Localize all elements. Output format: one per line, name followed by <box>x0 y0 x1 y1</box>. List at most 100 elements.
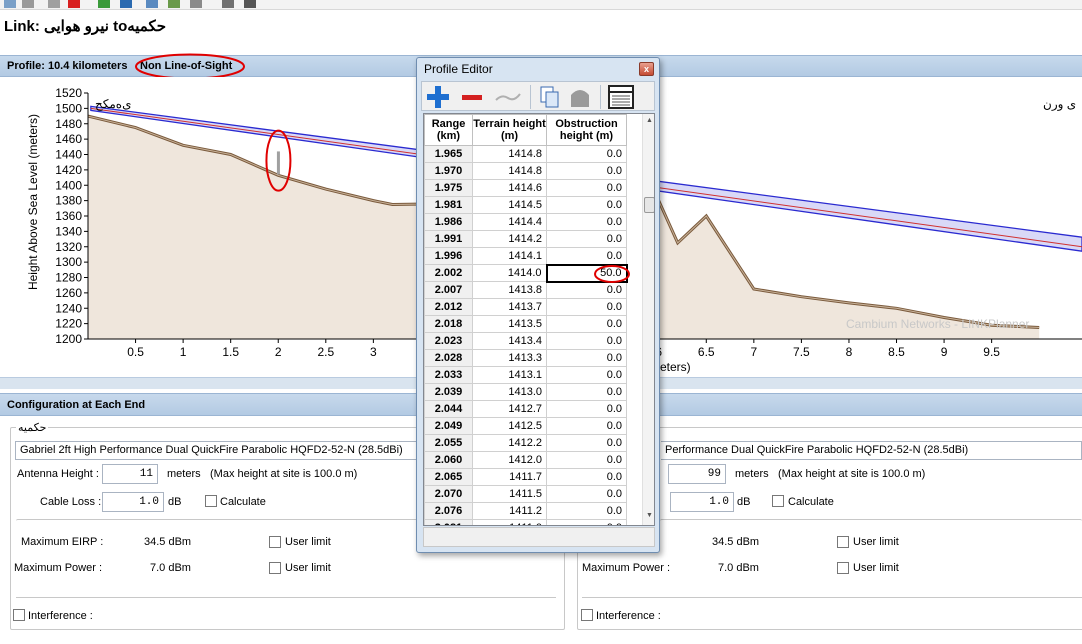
range-cell[interactable]: 2.065 <box>424 468 473 486</box>
right-calculate-checkbox[interactable] <box>772 495 784 507</box>
terrain-cell[interactable]: 1414.0 <box>472 264 547 282</box>
right-interference-checkbox[interactable] <box>581 609 593 621</box>
profile-editor-dialog[interactable]: Profile Editor x Range (km) Terrain heig… <box>416 57 660 553</box>
left-power-user-limit-checkbox[interactable] <box>269 562 281 574</box>
scroll-down-icon[interactable]: ▼ <box>646 512 653 519</box>
column-header-range[interactable]: Range (km) <box>424 114 473 146</box>
obstruction-cell[interactable]: 0.0 <box>546 247 627 265</box>
table-row[interactable]: 2.070 1411.5 0.0 <box>424 485 627 503</box>
obstruction-cell[interactable]: 0.0 <box>546 468 627 486</box>
table-row[interactable]: 1.991 1414.2 0.0 <box>424 230 627 248</box>
remove-icon[interactable] <box>460 85 484 109</box>
table-row[interactable]: 2.018 1413.5 0.0 <box>424 315 627 333</box>
left-cable-loss-input[interactable]: 1.0 <box>102 492 164 512</box>
obstruction-cell[interactable]: 0.0 <box>546 434 627 452</box>
terrain-cell[interactable]: 1411.0 <box>472 519 547 525</box>
obstruction-cell[interactable]: 0.0 <box>546 179 627 197</box>
terrain-cell[interactable]: 1413.5 <box>472 315 547 333</box>
line-tool-icon[interactable] <box>494 88 522 106</box>
range-cell[interactable]: 2.039 <box>424 383 473 401</box>
obstruction-cell[interactable]: 0.0 <box>546 519 627 525</box>
terrain-cell[interactable]: 1414.6 <box>472 179 547 197</box>
range-cell[interactable]: 1.975 <box>424 179 473 197</box>
globe-icon[interactable] <box>120 0 132 8</box>
terrain-cell[interactable]: 1414.4 <box>472 213 547 231</box>
add-icon[interactable] <box>426 85 450 109</box>
table-view-icon[interactable] <box>608 85 634 109</box>
obstruction-cell[interactable]: 0.0 <box>546 298 627 316</box>
obstruction-cell[interactable]: 0.0 <box>546 400 627 418</box>
terrain-cell[interactable]: 1412.2 <box>472 434 547 452</box>
terrain-cell[interactable]: 1414.1 <box>472 247 547 265</box>
obstruction-cell[interactable]: 0.0 <box>546 417 627 435</box>
range-cell[interactable]: 2.081 <box>424 519 473 525</box>
column-header-terrain[interactable]: Terrain height (m) <box>472 114 547 146</box>
terrain-cell[interactable]: 1413.4 <box>472 332 547 350</box>
table-row[interactable]: 1.986 1414.4 0.0 <box>424 213 627 231</box>
range-cell[interactable]: 2.070 <box>424 485 473 503</box>
table-row[interactable]: 2.065 1411.7 0.0 <box>424 468 627 486</box>
range-cell[interactable]: 2.023 <box>424 332 473 350</box>
close-icon[interactable]: x <box>639 62 654 76</box>
terrain-cell[interactable]: 1413.8 <box>472 281 547 299</box>
scrollbar-thumb[interactable] <box>644 197 654 213</box>
print-icon[interactable] <box>222 0 234 8</box>
range-cell[interactable]: 2.007 <box>424 281 473 299</box>
obstruction-cell[interactable]: 0.0 <box>546 451 627 469</box>
terrain-cell[interactable]: 1414.2 <box>472 230 547 248</box>
table-row[interactable]: 1.965 1414.8 0.0 <box>424 145 627 163</box>
range-cell[interactable]: 1.965 <box>424 145 473 163</box>
table-row[interactable]: 2.012 1413.7 0.0 <box>424 298 627 316</box>
right-antenna-select[interactable]: Performance Dual QuickFire Parabolic HQF… <box>661 441 1082 460</box>
obstruction-cell[interactable]: 0.0 <box>546 145 627 163</box>
table-row[interactable]: 2.060 1412.0 0.0 <box>424 451 627 469</box>
range-cell[interactable]: 2.044 <box>424 400 473 418</box>
obstruction-cell[interactable]: 0.0 <box>546 502 627 520</box>
terrain-cell[interactable]: 1413.1 <box>472 366 547 384</box>
range-cell[interactable]: 2.018 <box>424 315 473 333</box>
obstruction-cell[interactable]: 0.0 <box>546 366 627 384</box>
column-header-obstruction[interactable]: Obstruction height (m) <box>546 114 627 146</box>
right-power-user-limit-checkbox[interactable] <box>837 562 849 574</box>
table-row[interactable]: 2.044 1412.7 0.0 <box>424 400 627 418</box>
copy-icon[interactable] <box>538 85 562 109</box>
undo-icon[interactable] <box>4 0 16 8</box>
table-row[interactable]: 2.055 1412.2 0.0 <box>424 434 627 452</box>
right-cable-loss-input[interactable]: 1.0 <box>670 492 734 512</box>
terrain-cell[interactable]: 1412.7 <box>472 400 547 418</box>
obstruction-cell[interactable]: 0.0 <box>546 349 627 367</box>
stop-icon[interactable] <box>244 0 256 8</box>
range-cell[interactable]: 2.033 <box>424 366 473 384</box>
range-cell[interactable]: 2.055 <box>424 434 473 452</box>
range-cell[interactable]: 2.028 <box>424 349 473 367</box>
obstruction-cell[interactable]: 0.0 <box>546 196 627 214</box>
terrain-cell[interactable]: 1413.0 <box>472 383 547 401</box>
range-cell[interactable]: 1.981 <box>424 196 473 214</box>
terrain-cell[interactable]: 1411.5 <box>472 485 547 503</box>
table-row[interactable]: 2.049 1412.5 0.0 <box>424 417 627 435</box>
scroll-up-icon[interactable]: ▲ <box>646 117 653 124</box>
obstruction-cell[interactable]: 0.0 <box>546 162 627 180</box>
right-eirp-user-limit-checkbox[interactable] <box>837 536 849 548</box>
obstruction-cell[interactable]: 0.0 <box>546 485 627 503</box>
table-row[interactable]: 2.076 1411.2 0.0 <box>424 502 627 520</box>
dialog-title-bar[interactable]: Profile Editor x <box>417 58 659 80</box>
terrain-cell[interactable]: 1413.7 <box>472 298 547 316</box>
terrain-cell[interactable]: 1414.8 <box>472 162 547 180</box>
list-icon[interactable] <box>146 0 158 8</box>
left-interference-checkbox[interactable] <box>13 609 25 621</box>
table-row[interactable]: 2.023 1413.4 0.0 <box>424 332 627 350</box>
obstruction-cell[interactable]: 0.0 <box>546 213 627 231</box>
report-icon[interactable] <box>168 0 180 8</box>
pin-icon[interactable] <box>98 0 110 8</box>
range-cell[interactable]: 1.986 <box>424 213 473 231</box>
obstruction-cell[interactable]: 0.0 <box>546 332 627 350</box>
table-row[interactable]: 1.975 1414.6 0.0 <box>424 179 627 197</box>
table-icon[interactable] <box>190 0 202 8</box>
terrain-cell[interactable]: 1413.3 <box>472 349 547 367</box>
table-row[interactable]: 1.996 1414.1 0.0 <box>424 247 627 265</box>
left-eirp-user-limit-checkbox[interactable] <box>269 536 281 548</box>
table-row[interactable]: 2.028 1413.3 0.0 <box>424 349 627 367</box>
left-antenna-height-input[interactable]: 11 <box>102 464 158 484</box>
table-row[interactable]: 1.970 1414.8 0.0 <box>424 162 627 180</box>
